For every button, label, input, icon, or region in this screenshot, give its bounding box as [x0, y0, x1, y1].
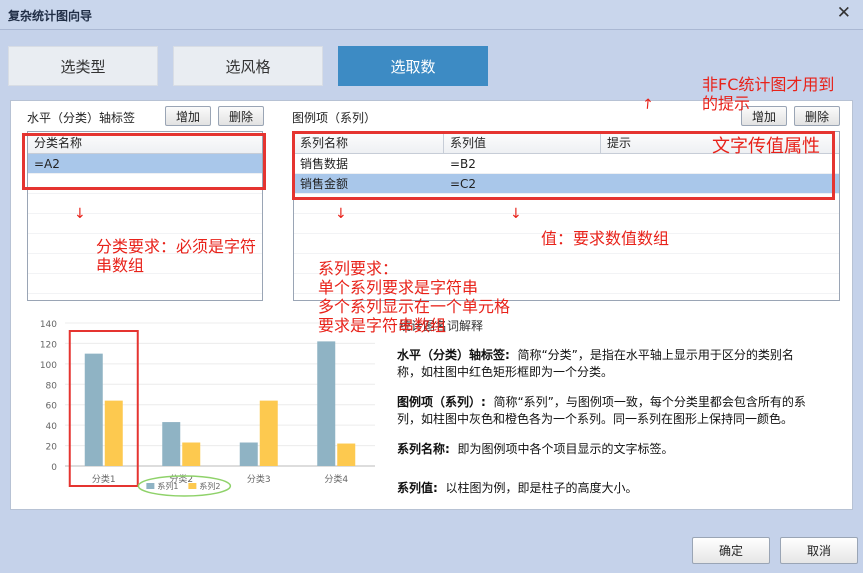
bar-chart: 020406080100120140分类1 分类2 分类3 分类4系列1 系列2: [40, 320, 375, 497]
x-tick-label: 分类3: [247, 473, 271, 485]
explain-term: 系列名称:: [397, 442, 450, 456]
series-req-annotation: 系列要求： 单个系列要求是字符串 多个系列显示在一个单元格 要求是字符串数组: [318, 259, 511, 335]
explain-desc: 即为图例项中各个项目显示的文字标签。: [457, 442, 674, 456]
bar: [317, 341, 336, 466]
bar: [337, 443, 356, 466]
category-delete-button[interactable]: 删除: [218, 106, 264, 126]
text-attr-annotation: 文字传值属性: [712, 136, 820, 157]
close-icon[interactable]: ✕: [837, 3, 851, 23]
dialog-body: 选类型 选风格 选取数 水平（分类）轴标签 增加 删除 分类名称 =A2 图例项…: [0, 30, 863, 573]
legend-label: 系列2: [199, 481, 220, 491]
fc-tip-annotation: 非FC统计图才用到 的提示: [702, 75, 835, 113]
window-title: 复杂统计图向导: [8, 9, 93, 23]
title-bar: 复杂统计图向导 ✕: [0, 0, 863, 30]
bar: [259, 400, 278, 466]
y-tick-label: 40: [46, 422, 58, 432]
legend-swatch: [188, 483, 197, 489]
chart-preview: 0 20 40 60 80 100 120 140 分类1 分类2 分类3 分类4 系列1 系列2: [25, 311, 385, 501]
legend-label: 系列1: [157, 481, 178, 491]
y-tick-label: 80: [46, 381, 58, 391]
arrow-down-icon: ↓: [335, 206, 347, 222]
y-tick-label: 0: [51, 463, 57, 473]
explain-term: 水平（分类）轴标签:: [397, 348, 510, 362]
bar: [104, 400, 123, 466]
category-highlight-box: [22, 133, 266, 190]
cancel-button[interactable]: 取消: [780, 537, 858, 564]
arrow-down-icon: ↓: [74, 206, 86, 222]
explain-desc: 以柱图为例，即是柱子的高度大小。: [445, 481, 638, 495]
legend-swatch: [146, 483, 155, 489]
x-tick-label: 分类4: [324, 473, 348, 485]
arrow-down-icon: ↓: [510, 206, 522, 222]
bar: [84, 353, 103, 466]
y-tick-label: 20: [46, 443, 58, 453]
tab-select-style[interactable]: 选风格: [173, 46, 323, 86]
tab-select-data[interactable]: 选取数: [338, 46, 488, 86]
ok-button[interactable]: 确定: [692, 537, 770, 564]
bar: [182, 442, 201, 466]
y-tick-label: 60: [46, 402, 58, 412]
y-tick-label: 140: [40, 320, 57, 330]
category-highlight-rect: [68, 330, 139, 487]
y-tick-label: 100: [40, 361, 57, 371]
category-req-annotation: 分类要求：必须是字符 串数组: [96, 237, 257, 275]
x-tick-label: 分类1: [92, 473, 116, 485]
tab-select-type[interactable]: 选类型: [8, 46, 158, 86]
category-axis-label: 水平（分类）轴标签: [27, 111, 136, 125]
explain-term: 系列值:: [397, 481, 438, 495]
bar: [239, 442, 258, 466]
explain-text: 水平（分类）轴标签: 简称“分类”，是指在水平轴上显示用于区分的类别名称，如柱图…: [397, 347, 815, 510]
explain-term: 图例项（系列）:: [397, 395, 486, 409]
y-tick-label: 120: [40, 340, 57, 350]
bar: [162, 422, 181, 466]
category-add-button[interactable]: 增加: [165, 106, 211, 126]
legend-label: 图例项（系列）: [292, 111, 377, 125]
value-req-annotation: 值：要求数值数组: [541, 229, 670, 248]
